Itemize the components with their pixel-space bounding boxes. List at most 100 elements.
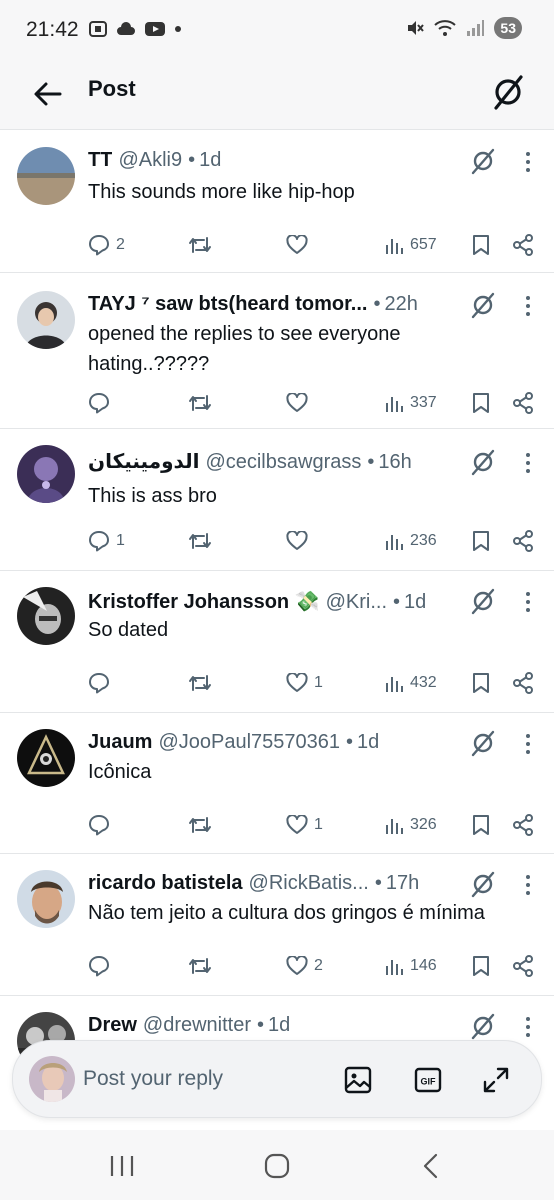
reply-post[interactable]: Juaum @JooPaul75570361 • 1d Icônica 1 32… [0, 713, 554, 854]
post-actions: 2 657 [88, 231, 538, 259]
expand-icon[interactable] [481, 1065, 511, 1095]
reply-button[interactable] [88, 952, 116, 980]
gif-icon[interactable]: GIF [413, 1065, 443, 1095]
repost-button[interactable] [188, 389, 218, 417]
repost-button[interactable] [188, 527, 218, 555]
share-icon[interactable] [512, 391, 534, 415]
author-name[interactable]: Drew [88, 1014, 137, 1037]
repost-button[interactable] [188, 669, 218, 697]
author-name[interactable]: TAYJ ⁷ saw bts(heard tomor... [88, 293, 367, 316]
more-options-icon[interactable] [524, 452, 532, 474]
share-icon[interactable] [512, 813, 534, 837]
author-handle[interactable]: @RickBatis... [249, 872, 369, 895]
user-avatar[interactable] [29, 1056, 75, 1102]
image-icon[interactable] [343, 1065, 373, 1095]
avatar[interactable] [17, 587, 75, 645]
reply-post[interactable]: TT @Akli9 • 1d This sounds more like hip… [0, 131, 554, 273]
grok-icon[interactable] [470, 1012, 496, 1040]
author-name[interactable]: TT [88, 149, 112, 172]
bookmark-icon[interactable] [472, 814, 490, 836]
author-name[interactable]: Juaum [88, 731, 152, 754]
reply-button[interactable] [88, 389, 116, 417]
reply-post[interactable]: TAYJ ⁷ saw bts(heard tomor... • 22h open… [0, 273, 554, 429]
like-button[interactable]: 1 [286, 669, 323, 697]
reply-post[interactable]: الدومينيكان @cecilbsawgrass • 16h This i… [0, 429, 554, 571]
grok-icon[interactable] [490, 72, 526, 112]
grok-icon[interactable] [470, 448, 496, 476]
repost-button[interactable] [188, 952, 218, 980]
reply-count: 1 [116, 532, 125, 549]
reply-button[interactable]: 1 [88, 527, 125, 555]
share-icon[interactable] [512, 954, 534, 978]
grok-icon[interactable] [470, 587, 496, 615]
more-options-icon[interactable] [524, 151, 532, 173]
home-icon[interactable] [259, 1152, 295, 1180]
heart-icon [286, 815, 308, 834]
views-button[interactable]: 657 [384, 231, 437, 259]
post-time[interactable]: 1d [357, 731, 379, 754]
author-name[interactable]: الدومينيكان [88, 449, 199, 474]
post-time[interactable]: 1d [404, 591, 426, 614]
views-button[interactable]: 326 [384, 811, 437, 839]
like-button[interactable] [286, 231, 314, 259]
reply-post[interactable]: Kristoffer Johansson 💸 @Kri... • 1d So d… [0, 571, 554, 713]
reply-input[interactable] [83, 1061, 313, 1097]
bookmark-icon[interactable] [472, 672, 490, 694]
author-handle[interactable]: @cecilbsawgrass [205, 451, 361, 474]
more-options-icon[interactable] [524, 874, 532, 896]
views-button[interactable]: 432 [384, 669, 437, 697]
reply-button[interactable] [88, 669, 116, 697]
more-options-icon[interactable] [524, 295, 532, 317]
reply-post[interactable]: ricardo batistela @RickBatis... • 17h Nã… [0, 854, 554, 996]
bookmark-icon[interactable] [472, 392, 490, 414]
more-options-icon[interactable] [524, 733, 532, 755]
like-button[interactable] [286, 389, 314, 417]
status-bar: 21:42 53 [0, 0, 554, 60]
views-button[interactable]: 146 [384, 952, 437, 980]
views-button[interactable]: 236 [384, 527, 437, 555]
post-time[interactable]: 1d [199, 149, 221, 172]
author-handle[interactable]: @drewnitter [143, 1014, 251, 1037]
author-handle[interactable]: @JooPaul75570361 [158, 731, 340, 754]
separator-dot: • [346, 731, 354, 753]
bookmark-icon[interactable] [472, 234, 490, 256]
post-time[interactable]: 17h [386, 872, 419, 895]
share-icon[interactable] [512, 529, 534, 553]
share-icon[interactable] [512, 671, 534, 695]
bookmark-icon[interactable] [472, 955, 490, 977]
views-button[interactable]: 337 [384, 389, 437, 417]
more-options-icon[interactable] [524, 591, 532, 613]
bookmark-icon[interactable] [472, 530, 490, 552]
recent-apps-icon[interactable] [104, 1152, 140, 1180]
reply-button[interactable] [88, 811, 116, 839]
repost-button[interactable] [188, 231, 218, 259]
like-button[interactable]: 2 [286, 952, 323, 980]
back-icon[interactable] [414, 1152, 450, 1180]
reply-count: 2 [116, 236, 125, 253]
avatar[interactable] [17, 729, 75, 787]
author-name[interactable]: Kristoffer Johansson 💸 [88, 589, 320, 614]
author-name[interactable]: ricardo batistela [88, 872, 243, 895]
grok-icon[interactable] [470, 291, 496, 319]
reply-composer[interactable]: GIF [12, 1040, 542, 1118]
grok-icon[interactable] [470, 870, 496, 898]
author-handle[interactable]: @Akli9 [118, 149, 182, 172]
grok-icon[interactable] [470, 729, 496, 757]
avatar[interactable] [17, 291, 75, 349]
avatar[interactable] [17, 147, 75, 205]
like-button[interactable]: 1 [286, 811, 323, 839]
grok-icon[interactable] [470, 147, 496, 175]
like-button[interactable] [286, 527, 314, 555]
repost-button[interactable] [188, 811, 218, 839]
avatar[interactable] [17, 870, 75, 928]
post-time[interactable]: 1d [268, 1014, 290, 1037]
separator-dot: • [374, 872, 382, 894]
post-time[interactable]: 16h [378, 451, 411, 474]
post-time[interactable]: 22h [384, 293, 417, 316]
avatar[interactable] [17, 445, 75, 503]
author-handle[interactable]: @Kri... [326, 591, 387, 614]
back-arrow-icon[interactable] [30, 76, 66, 112]
share-icon[interactable] [512, 233, 534, 257]
reply-button[interactable]: 2 [88, 231, 125, 259]
more-options-icon[interactable] [524, 1016, 532, 1038]
